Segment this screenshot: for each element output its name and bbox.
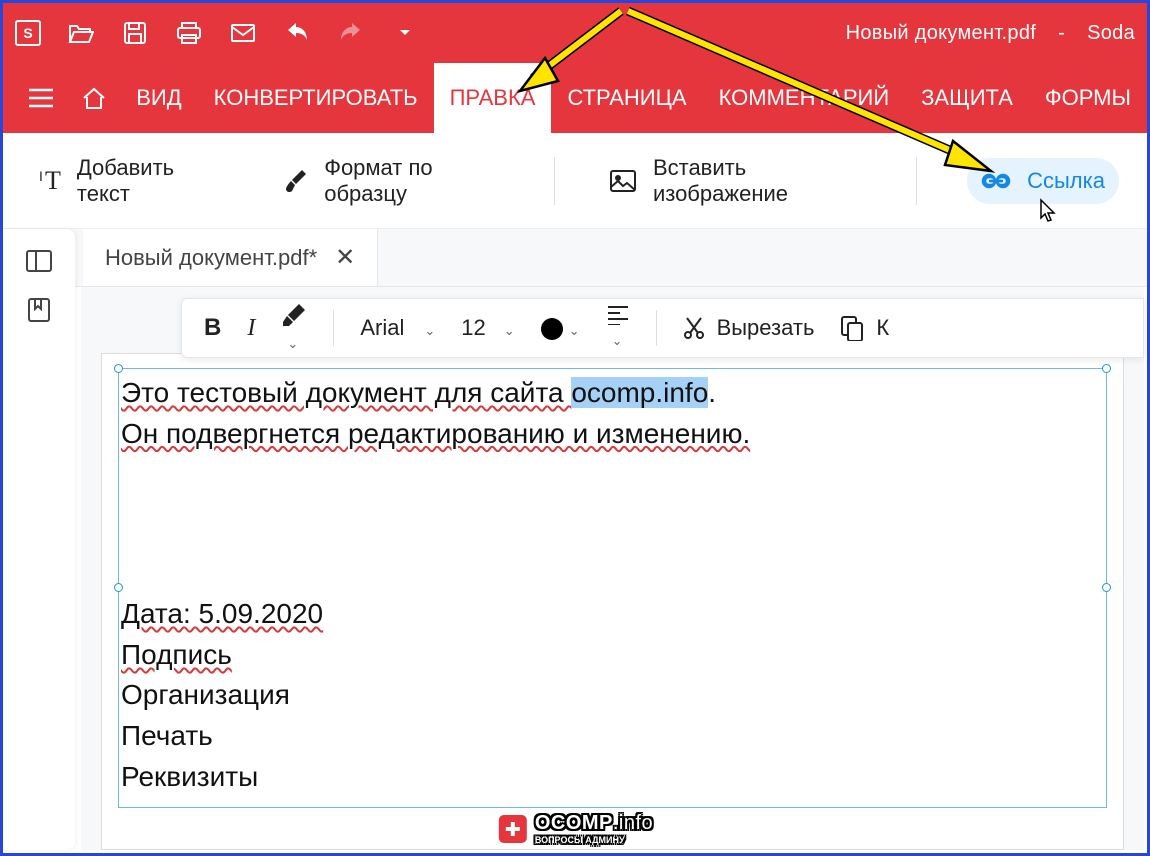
italic-button[interactable]: I bbox=[247, 315, 255, 342]
title-separator: - bbox=[1058, 22, 1065, 45]
font-family-selector[interactable]: Arial⌄ bbox=[360, 315, 435, 341]
document-tabs: Новый документ.pdf* ✕ bbox=[3, 229, 1147, 287]
doc-date: Дата: 5.09.2020 bbox=[121, 598, 323, 629]
insert-image-button[interactable]: Вставить изображение bbox=[595, 145, 876, 217]
watermark-subtitle: ВОПРОСЫ АДМИНУ bbox=[535, 835, 653, 845]
cut-button[interactable]: Вырезать bbox=[683, 315, 815, 341]
hamburger-icon[interactable] bbox=[15, 63, 68, 133]
open-icon[interactable] bbox=[67, 19, 95, 47]
font-size-value: 12 bbox=[461, 315, 485, 340]
menu-page[interactable]: СТРАНИЦА bbox=[551, 63, 702, 133]
home-icon[interactable] bbox=[68, 63, 121, 133]
doc-requisites: Реквизиты bbox=[121, 761, 258, 792]
menu-vid[interactable]: ВИД bbox=[120, 63, 197, 133]
font-family-value: Arial bbox=[360, 315, 404, 340]
ribbon-separator bbox=[554, 157, 555, 205]
watermark-tld: .info bbox=[613, 812, 653, 834]
save-icon[interactable] bbox=[121, 19, 149, 47]
app-logo-icon[interactable]: S bbox=[15, 20, 41, 46]
watermark-cross-icon bbox=[497, 813, 529, 845]
link-label: Ссылка bbox=[1027, 168, 1105, 194]
ribbon-separator bbox=[916, 157, 917, 205]
close-icon[interactable]: ✕ bbox=[335, 243, 355, 272]
document-tab[interactable]: Новый документ.pdf* ✕ bbox=[83, 229, 378, 286]
bold-button[interactable]: B bbox=[204, 314, 221, 342]
watermark: OCOMP.info ВОПРОСЫ АДМИНУ bbox=[497, 812, 653, 845]
bookmark-icon[interactable] bbox=[27, 297, 51, 323]
menu-edit[interactable]: ПРАВКА bbox=[434, 63, 552, 133]
text-format-toolbar: B I ⌄ Arial⌄ 12⌄ ⌄ ⌄ Вырезать К bbox=[181, 298, 1144, 358]
document-viewport: Это тестовый документ для сайта ocomp.in… bbox=[81, 287, 1144, 850]
text-edit-frame[interactable]: Это тестовый документ для сайта ocomp.in… bbox=[118, 368, 1107, 808]
panels-icon[interactable] bbox=[25, 249, 53, 273]
qa-dropdown-icon[interactable] bbox=[391, 19, 419, 47]
tab-label: Новый документ.pdf* bbox=[105, 245, 317, 271]
format-painter-label: Формат по образцу bbox=[324, 155, 500, 207]
doc-line2: Он подвергнется редактированию и изменен… bbox=[121, 418, 750, 449]
format-painter-button[interactable]: Формат по образцу bbox=[270, 145, 514, 217]
format-separator bbox=[333, 310, 334, 346]
main-menu-bar: ВИД КОНВЕРТИРОВАТЬ ПРАВКА СТРАНИЦА КОММЕ… bbox=[3, 63, 1147, 133]
doc-line1a: Это тестовый документ для сайта bbox=[121, 377, 571, 408]
align-button[interactable]: ⌄ bbox=[606, 305, 630, 351]
link-icon bbox=[981, 172, 1011, 190]
doc-stamp: Печать bbox=[121, 720, 213, 751]
page: Это тестовый документ для сайта ocomp.in… bbox=[101, 353, 1124, 850]
font-size-selector[interactable]: 12⌄ bbox=[461, 315, 514, 341]
menu-protect[interactable]: ЗАЩИТА bbox=[905, 63, 1029, 133]
watermark-name: OCOMP bbox=[535, 812, 613, 834]
left-rail bbox=[3, 229, 75, 850]
highlighter-button[interactable]: ⌄ bbox=[281, 302, 307, 354]
app-brand: Soda bbox=[1087, 22, 1135, 45]
text-cursor-icon: IT bbox=[45, 166, 61, 196]
doc-paragraph-1[interactable]: Это тестовый документ для сайта ocomp.in… bbox=[121, 373, 1104, 454]
copy-label: К bbox=[876, 315, 889, 341]
document-title: Новый документ.pdf bbox=[846, 22, 1036, 45]
mail-icon[interactable] bbox=[229, 19, 257, 47]
edit-ribbon: IT Добавить текст Формат по образцу Вста… bbox=[3, 133, 1147, 229]
cursor-icon bbox=[1039, 198, 1059, 224]
copy-icon bbox=[840, 315, 864, 341]
copy-button[interactable]: К bbox=[840, 315, 889, 341]
scissors-icon bbox=[683, 316, 705, 340]
add-text-button[interactable]: IT Добавить текст bbox=[31, 145, 230, 217]
insert-image-label: Вставить изображение bbox=[653, 155, 862, 207]
cut-label: Вырезать bbox=[717, 315, 815, 341]
doc-line1c: . bbox=[708, 377, 716, 408]
print-icon[interactable] bbox=[175, 19, 203, 47]
doc-organization: Организация bbox=[121, 679, 290, 710]
font-color-button[interactable]: ⌄ bbox=[541, 315, 580, 341]
menu-comment[interactable]: КОММЕНТАРИЙ bbox=[703, 63, 906, 133]
doc-paragraph-2[interactable]: Дата: 5.09.2020 Подпись Организация Печа… bbox=[121, 594, 1104, 797]
add-text-label: Добавить текст bbox=[77, 155, 216, 207]
menu-convert[interactable]: КОНВЕРТИРОВАТЬ bbox=[198, 63, 434, 133]
link-button[interactable]: Ссылка bbox=[967, 158, 1119, 204]
doc-line1-selection: ocomp.info bbox=[571, 377, 708, 408]
quick-access-toolbar: S Новый документ.pdf - Soda bbox=[3, 3, 1147, 63]
brush-icon bbox=[284, 168, 308, 194]
redo-icon[interactable] bbox=[337, 19, 365, 47]
menu-forms[interactable]: ФОРМЫ bbox=[1029, 63, 1147, 133]
format-separator bbox=[656, 310, 657, 346]
image-icon bbox=[609, 169, 637, 193]
doc-signature: Подпись bbox=[121, 639, 232, 670]
undo-icon[interactable] bbox=[283, 19, 311, 47]
